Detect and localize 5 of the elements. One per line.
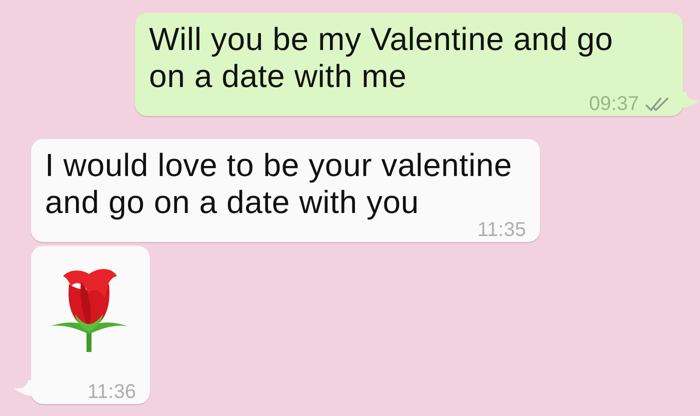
message-text: Will you be my Valentine and go on a date with me: [149, 21, 614, 95]
message-time: 09:37: [588, 95, 639, 113]
message-time: 11:36: [87, 383, 136, 401]
message-text: I would love to be your valentine and go on a date with you: [45, 147, 514, 221]
message-time: 11:35: [477, 221, 526, 239]
